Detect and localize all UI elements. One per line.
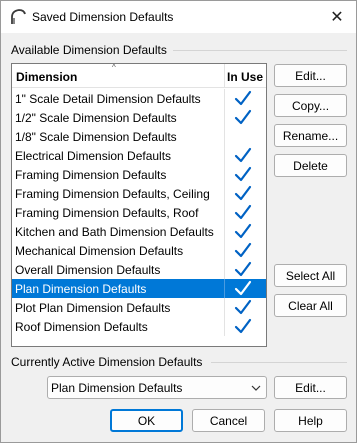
in-use-checkmark-icon[interactable] — [234, 90, 252, 107]
column-divider — [224, 203, 225, 222]
in-use-checkmark-icon[interactable] — [234, 318, 252, 335]
copy-button-label: Copy... — [291, 98, 330, 113]
list-item[interactable]: Plan Dimension Defaults — [12, 279, 266, 298]
column-header-dimension[interactable]: Dimension — [16, 70, 77, 84]
delete-button[interactable]: Delete — [274, 154, 347, 177]
list-item-name: Plan Dimension Defaults — [15, 282, 147, 296]
select-all-button[interactable]: Select All — [274, 264, 347, 287]
select-all-button-label: Select All — [285, 268, 336, 283]
list-item[interactable]: Framing Dimension Defaults, Ceiling — [12, 184, 266, 203]
cancel-button[interactable]: Cancel — [192, 409, 265, 432]
dimension-defaults-list[interactable]: ^ Dimension In Use 1" Scale Detail Dimen… — [11, 63, 267, 347]
list-item-name: Plot Plan Dimension Defaults — [15, 301, 171, 315]
list-header: ^ Dimension In Use — [12, 63, 266, 88]
active-edit-button[interactable]: Edit... — [274, 376, 347, 399]
arch-app-icon — [11, 9, 26, 24]
column-header-in-use[interactable]: In Use — [227, 70, 263, 84]
column-divider[interactable] — [224, 64, 225, 88]
column-divider — [224, 222, 225, 241]
in-use-checkmark-icon[interactable] — [234, 242, 252, 259]
sort-ascending-icon: ^ — [112, 63, 116, 72]
close-icon: ✕ — [330, 9, 344, 26]
list-item-name: Framing Dimension Defaults — [15, 168, 167, 182]
column-divider — [224, 279, 225, 298]
clear-all-button[interactable]: Clear All — [274, 294, 347, 317]
list-item[interactable]: Framing Dimension Defaults — [12, 165, 266, 184]
list-item[interactable]: Electrical Dimension Defaults — [12, 146, 266, 165]
close-button[interactable]: ✕ — [320, 2, 354, 32]
active-edit-button-label: Edit... — [295, 380, 326, 395]
rename-button-label: Rename... — [282, 128, 339, 143]
in-use-checkmark-icon[interactable] — [234, 166, 252, 183]
column-divider — [224, 241, 225, 260]
in-use-checkmark-icon[interactable] — [234, 261, 252, 278]
chevron-down-icon — [251, 385, 261, 391]
list-rows: 1" Scale Detail Dimension Defaults 1/2" S… — [12, 89, 266, 336]
in-use-checkmark-icon[interactable] — [234, 299, 252, 316]
column-divider — [224, 184, 225, 203]
list-item[interactable]: 1" Scale Detail Dimension Defaults — [12, 89, 266, 108]
column-divider — [224, 317, 225, 336]
list-item-name: Kitchen and Bath Dimension Defaults — [15, 225, 214, 239]
in-use-checkmark-icon[interactable] — [234, 280, 252, 297]
list-item-name: Electrical Dimension Defaults — [15, 149, 172, 163]
group-divider — [173, 50, 347, 51]
list-item[interactable]: Overall Dimension Defaults — [12, 260, 266, 279]
list-item[interactable]: 1/8" Scale Dimension Defaults — [12, 127, 266, 146]
in-use-checkmark-icon[interactable] — [234, 204, 252, 221]
column-divider — [224, 165, 225, 184]
list-item-name: 1/2" Scale Dimension Defaults — [15, 111, 177, 125]
active-defaults-dropdown[interactable]: Plan Dimension Defaults — [47, 376, 267, 399]
column-divider — [224, 298, 225, 317]
list-item-name: 1/8" Scale Dimension Defaults — [15, 130, 177, 144]
column-divider — [224, 108, 225, 127]
help-button[interactable]: Help — [274, 409, 347, 432]
title-bar: Saved Dimension Defaults ✕ — [1, 1, 356, 33]
available-defaults-label: Available Dimension Defaults — [11, 43, 167, 57]
list-item-name: Framing Dimension Defaults, Roof — [15, 206, 199, 220]
column-divider — [224, 146, 225, 165]
help-button-label: Help — [298, 413, 323, 428]
clear-all-button-label: Clear All — [288, 298, 333, 313]
list-item-name: Roof Dimension Defaults — [15, 320, 148, 334]
currently-active-label: Currently Active Dimension Defaults — [11, 355, 203, 369]
list-item[interactable]: 1/2" Scale Dimension Defaults — [12, 108, 266, 127]
list-item[interactable]: Plot Plan Dimension Defaults — [12, 298, 266, 317]
edit-button-label: Edit... — [295, 68, 326, 83]
in-use-checkmark-icon[interactable] — [234, 147, 252, 164]
rename-button[interactable]: Rename... — [274, 124, 347, 147]
saved-dimension-defaults-dialog: Saved Dimension Defaults ✕ Available Dim… — [0, 0, 357, 443]
list-item[interactable]: Roof Dimension Defaults — [12, 317, 266, 336]
group-divider — [211, 362, 347, 363]
list-item[interactable]: Mechanical Dimension Defaults — [12, 241, 266, 260]
copy-button[interactable]: Copy... — [274, 94, 347, 117]
column-divider — [224, 89, 225, 108]
in-use-checkmark-icon[interactable] — [234, 185, 252, 202]
list-item-name: 1" Scale Detail Dimension Defaults — [15, 92, 201, 106]
list-item-name: Framing Dimension Defaults, Ceiling — [15, 187, 210, 201]
list-item-name: Overall Dimension Defaults — [15, 263, 161, 277]
cancel-button-label: Cancel — [209, 413, 248, 428]
edit-button[interactable]: Edit... — [274, 64, 347, 87]
dropdown-value: Plan Dimension Defaults — [51, 381, 183, 395]
ok-button[interactable]: OK — [110, 409, 183, 432]
in-use-checkmark-icon[interactable] — [234, 223, 252, 240]
list-item-name: Mechanical Dimension Defaults — [15, 244, 184, 258]
list-item[interactable]: Kitchen and Bath Dimension Defaults — [12, 222, 266, 241]
ok-button-label: OK — [137, 413, 156, 428]
delete-button-label: Delete — [293, 158, 328, 173]
in-use-checkmark-icon[interactable] — [234, 109, 252, 126]
column-divider — [224, 260, 225, 279]
window-title: Saved Dimension Defaults — [32, 10, 174, 24]
list-item[interactable]: Framing Dimension Defaults, Roof — [12, 203, 266, 222]
column-divider — [224, 127, 225, 146]
